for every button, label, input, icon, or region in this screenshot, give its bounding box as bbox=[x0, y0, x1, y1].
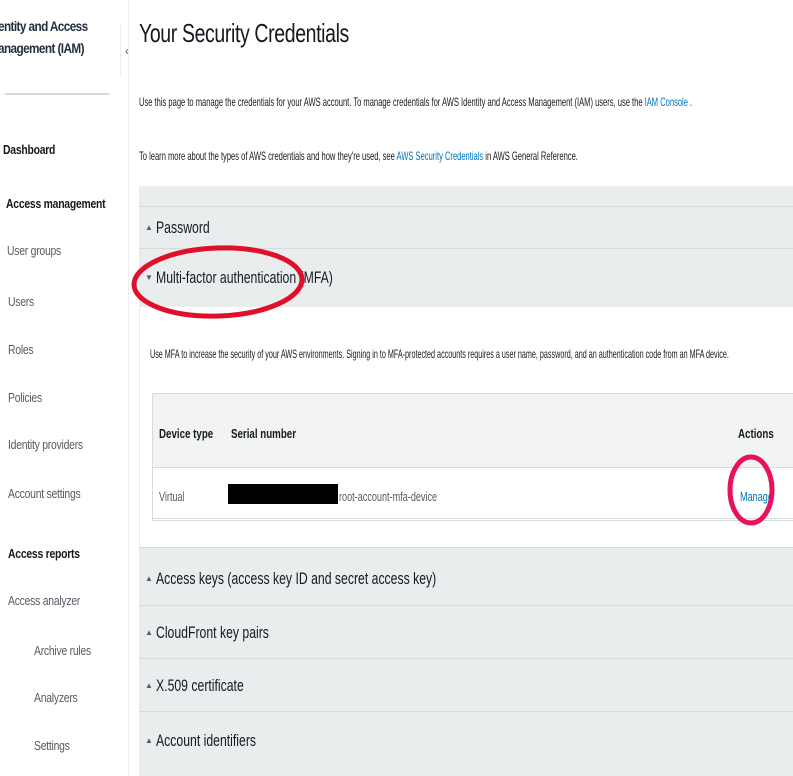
sidebar-item-settings[interactable]: Settings bbox=[34, 738, 70, 753]
sidebar-item-users[interactable]: Users bbox=[8, 294, 34, 309]
caret-right-icon: ▲ bbox=[145, 574, 153, 583]
sidebar-item-identity-providers[interactable]: Identity providers bbox=[8, 437, 83, 452]
intro-text-iam-before: Use this page to manage the credentials … bbox=[139, 95, 645, 109]
sidebar-title-line-1: entity and Access bbox=[0, 18, 88, 34]
redacted-serial bbox=[228, 484, 338, 504]
sidebar-item-policies[interactable]: Policies bbox=[8, 390, 42, 405]
caret-right-icon: ▲ bbox=[145, 223, 153, 232]
content-divider bbox=[128, 0, 129, 776]
manage-mfa-link[interactable]: Manage bbox=[740, 489, 773, 504]
sidebar-item-dashboard[interactable]: Dashboard bbox=[3, 142, 55, 157]
page-title: Your Security Credentials bbox=[139, 18, 349, 48]
caret-right-icon: ▲ bbox=[145, 628, 153, 637]
sidebar-item-access-analyzer[interactable]: Access analyzer bbox=[8, 593, 80, 608]
sidebar-item-roles[interactable]: Roles bbox=[8, 342, 34, 357]
section-account-identifiers-label: Account identifiers bbox=[156, 731, 257, 750]
section-password-label: Password bbox=[156, 218, 210, 237]
cell-device-type: Virtual bbox=[159, 489, 185, 504]
column-header-device-type[interactable]: Device type bbox=[159, 426, 213, 441]
table-row-divider bbox=[153, 518, 793, 519]
section-access-keys[interactable]: ▲ Access keys (access key ID and secret … bbox=[139, 547, 793, 606]
mfa-description: Use MFA to increase the security of your… bbox=[150, 347, 729, 361]
sidebar-heading-access-reports: Access reports bbox=[8, 546, 80, 561]
section-cloudfront-key-pairs[interactable]: ▲ CloudFront key pairs bbox=[139, 605, 793, 659]
section-x509-label: X.509 certificate bbox=[156, 676, 244, 695]
sidebar-item-analyzers[interactable]: Analyzers bbox=[34, 690, 78, 705]
section-cloudfront-label: CloudFront key pairs bbox=[156, 623, 269, 642]
section-mfa[interactable]: ▼ Multi-factor authentication (MFA) bbox=[139, 248, 793, 307]
cell-serial-suffix: root-account-mfa-device bbox=[339, 489, 438, 504]
sidebar-collapse-button[interactable]: ‹ bbox=[120, 25, 133, 77]
caret-right-icon: ▲ bbox=[145, 736, 153, 745]
table-header: Device type Serial number Actions bbox=[153, 394, 793, 468]
iam-console-link[interactable]: IAM Console bbox=[645, 95, 688, 109]
column-header-actions: Actions bbox=[738, 426, 774, 441]
aws-security-credentials-link[interactable]: AWS Security Credentials bbox=[397, 149, 484, 163]
sidebar-heading-access-management: Access management bbox=[6, 196, 106, 211]
sidebar-service-title[interactable]: entity and Access anagement (IAM) bbox=[0, 15, 97, 59]
mfa-section-body: Use MFA to increase the security of your… bbox=[139, 307, 793, 547]
intro-text-iam-after: . bbox=[687, 95, 693, 109]
section-account-identifiers[interactable]: ▲ Account identifiers bbox=[139, 711, 793, 776]
column-header-serial-number[interactable]: Serial number bbox=[231, 426, 296, 441]
intro-text-iam: Use this page to manage the credentials … bbox=[139, 95, 692, 109]
section-access-keys-label: Access keys (access key ID and secret ac… bbox=[156, 569, 437, 588]
sidebar-item-archive-rules[interactable]: Archive rules bbox=[34, 643, 91, 658]
intro-text-credentials-before: To learn more about the types of AWS cre… bbox=[139, 149, 397, 163]
sidebar-item-account-settings[interactable]: Account settings bbox=[8, 486, 81, 501]
intro-text-credentials: To learn more about the types of AWS cre… bbox=[139, 149, 578, 163]
caret-down-icon: ▼ bbox=[145, 273, 153, 282]
section-x509-certificate[interactable]: ▲ X.509 certificate bbox=[139, 658, 793, 712]
sidebar-divider bbox=[5, 93, 109, 95]
panel-group-top bbox=[139, 186, 793, 206]
section-mfa-label: Multi-factor authentication (MFA) bbox=[156, 268, 333, 287]
intro-text-credentials-after: in AWS General Reference. bbox=[483, 149, 578, 163]
section-password[interactable]: ▲ Password bbox=[139, 206, 793, 249]
mfa-devices-table: Device type Serial number Actions Virtua… bbox=[152, 393, 793, 521]
sidebar-nav: entity and Access anagement (IAM) Dashbo… bbox=[0, 0, 120, 776]
sidebar-title-line-2: anagement (IAM) bbox=[0, 40, 85, 56]
sidebar-item-user-groups[interactable]: User groups bbox=[7, 243, 61, 258]
caret-right-icon: ▲ bbox=[145, 681, 153, 690]
